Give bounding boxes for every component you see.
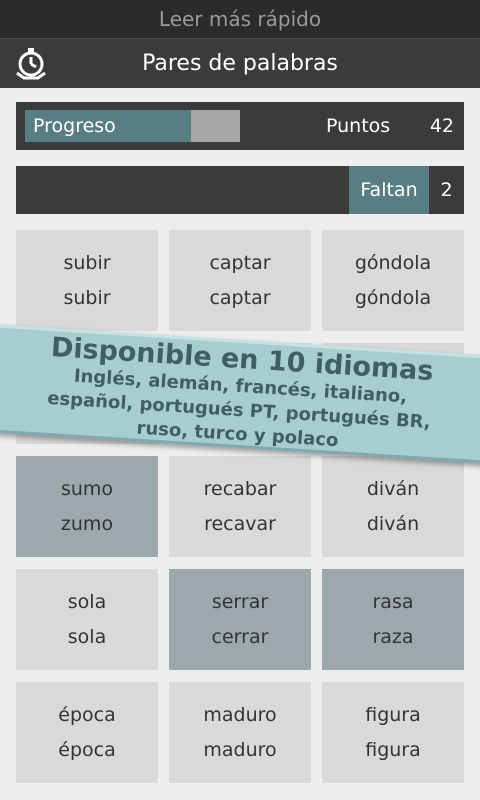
word-pair-card[interactable]: captar captar — [169, 230, 311, 331]
progress-label: Progreso — [33, 115, 116, 137]
word-top: época — [58, 704, 116, 726]
word-top: figura — [365, 704, 421, 726]
word-top: captar — [209, 252, 271, 274]
remaining-panel: Faltan 2 — [16, 166, 464, 214]
word-pair-card[interactable]: serrar cerrar — [169, 569, 311, 670]
word-bottom: raza — [372, 626, 414, 648]
word-bottom: cerrar — [211, 626, 269, 648]
action-bar: Pares de palabras — [0, 38, 480, 88]
word-bottom: figura — [365, 739, 421, 761]
app-title-bar: Leer más rápido — [0, 0, 480, 38]
word-top: serrar — [211, 591, 269, 613]
word-pair-card[interactable]: sola sola — [16, 569, 158, 670]
stopwatch-icon[interactable] — [14, 47, 48, 81]
word-pair-card[interactable]: recabar recavar — [169, 456, 311, 557]
word-top: sola — [67, 591, 107, 613]
remaining-value: 2 — [440, 179, 453, 201]
word-pair-card[interactable]: figura figura — [322, 682, 464, 783]
word-pair-card[interactable]: diván diván — [322, 456, 464, 557]
word-top: sumo — [60, 478, 114, 500]
points-label: Puntos — [326, 115, 391, 137]
word-top: góndola — [354, 252, 432, 274]
word-top: diván — [366, 478, 420, 500]
word-bottom: sola — [67, 626, 107, 648]
word-pair-card[interactable]: subir subir — [16, 230, 158, 331]
word-bottom: góndola — [354, 287, 432, 309]
word-top: subir — [63, 252, 111, 274]
word-pair-card[interactable]: época época — [16, 682, 158, 783]
app-title: Leer más rápido — [158, 7, 322, 31]
word-pair-card[interactable]: rasa raza — [322, 569, 464, 670]
word-pair-card[interactable]: góndola góndola — [322, 230, 464, 331]
word-top: rasa — [372, 591, 414, 613]
word-bottom: recavar — [204, 513, 276, 535]
word-bottom: diván — [366, 513, 420, 535]
word-top: maduro — [203, 704, 277, 726]
screen-title: Pares de palabras — [142, 51, 338, 76]
word-bottom: época — [58, 739, 116, 761]
word-bottom: subir — [63, 287, 111, 309]
word-bottom: maduro — [203, 739, 277, 761]
progress-bar: Progreso — [25, 110, 240, 142]
word-pair-card[interactable]: sumo zumo — [16, 456, 158, 557]
progress-panel: Progreso Puntos 42 — [16, 102, 464, 150]
word-top: recabar — [203, 478, 277, 500]
word-bottom: captar — [209, 287, 271, 309]
remaining-label: Faltan — [349, 166, 429, 214]
word-pair-card[interactable]: maduro maduro — [169, 682, 311, 783]
word-bottom: zumo — [60, 513, 114, 535]
word-pair-grid: subir subir captar captar góndola góndol… — [16, 230, 464, 784]
points-value: 42 — [429, 115, 454, 137]
